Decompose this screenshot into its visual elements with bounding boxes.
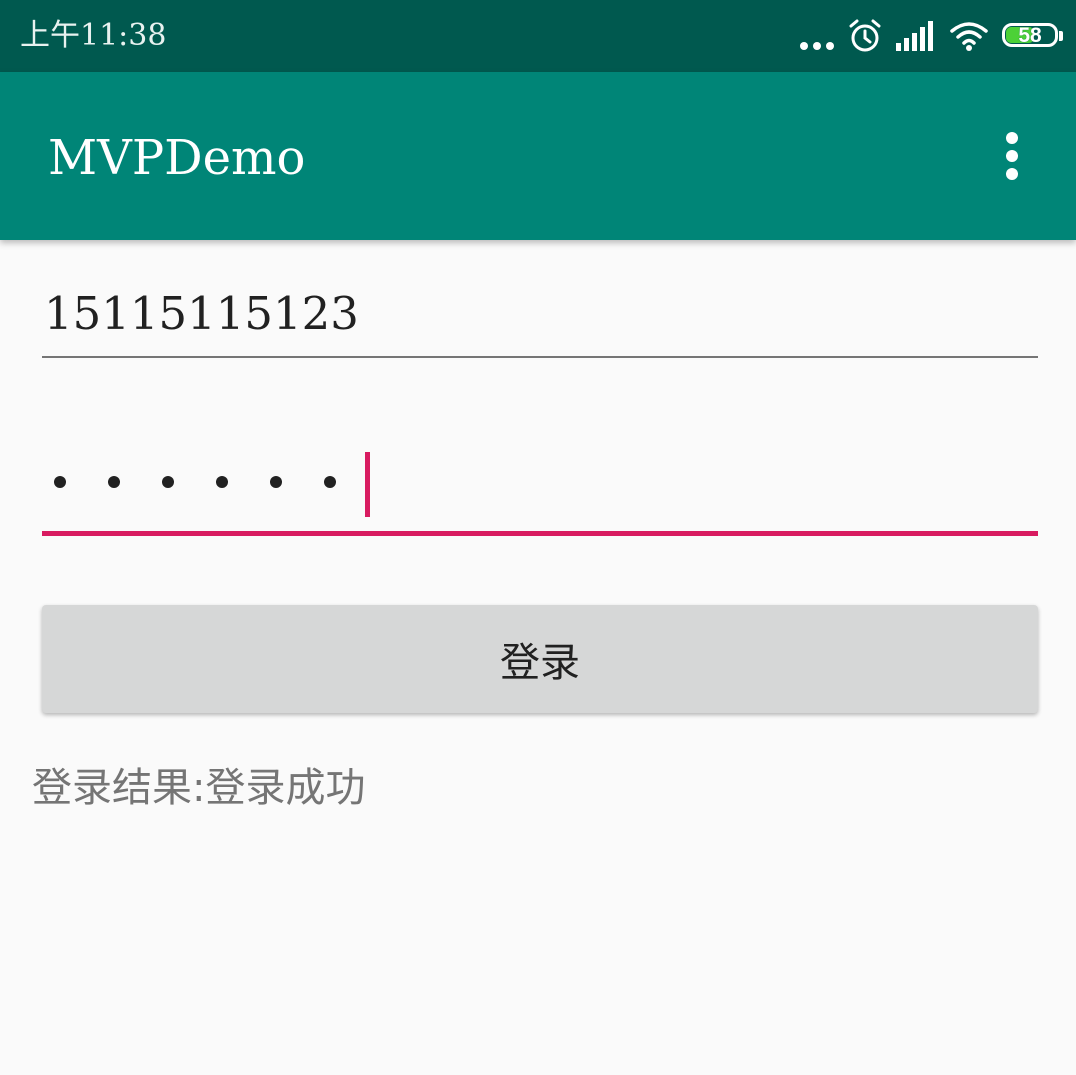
login-button-label: 登录 bbox=[500, 640, 580, 686]
status-time: 上午11:38 bbox=[20, 18, 167, 53]
password-mask-dot bbox=[270, 476, 282, 488]
password-mask-dot bbox=[216, 476, 228, 488]
wifi-icon bbox=[950, 22, 988, 51]
password-masked-value bbox=[54, 462, 336, 502]
more-notifications-icon bbox=[800, 18, 834, 54]
username-underline bbox=[42, 356, 1038, 358]
password-mask-dot bbox=[108, 476, 120, 488]
alarm-clock-icon bbox=[849, 19, 881, 52]
username-value: 15115115123 bbox=[44, 287, 359, 340]
battery-level: 58 bbox=[1018, 24, 1042, 47]
password-field[interactable] bbox=[42, 440, 1038, 538]
text-cursor bbox=[365, 452, 370, 517]
password-mask-dot bbox=[162, 476, 174, 488]
overflow-menu-icon[interactable] bbox=[984, 128, 1040, 184]
battery-icon: 58 bbox=[1002, 21, 1064, 51]
login-result-text: 登录结果:登录成功 bbox=[32, 765, 366, 811]
status-bar: 上午11:38 58 bbox=[0, 0, 1076, 72]
app-title: MVPDemo bbox=[48, 130, 306, 186]
username-field[interactable]: 15115115123 bbox=[42, 270, 1038, 360]
password-mask-dot bbox=[324, 476, 336, 488]
password-mask-dot bbox=[54, 476, 66, 488]
login-button[interactable]: 登录 bbox=[42, 605, 1038, 713]
signal-icon bbox=[896, 21, 933, 51]
status-icons: 58 bbox=[786, 18, 1064, 54]
app-bar: MVPDemo bbox=[0, 72, 1076, 240]
password-underline bbox=[42, 531, 1038, 536]
